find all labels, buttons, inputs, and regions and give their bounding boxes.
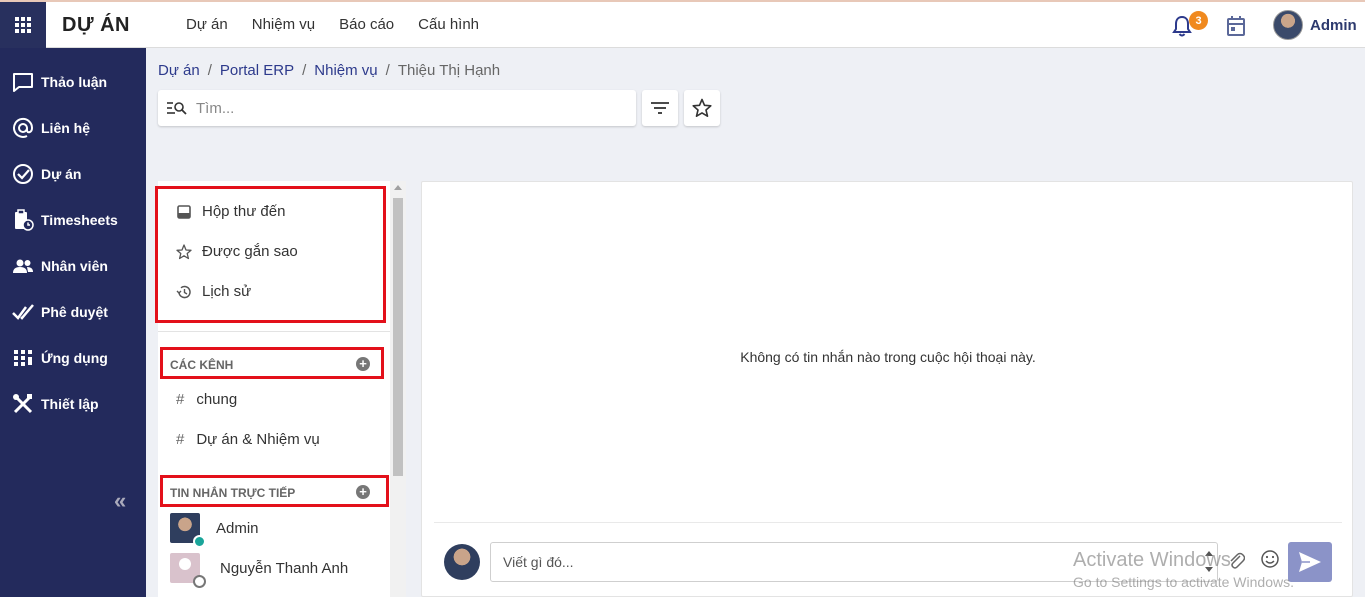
check-circle-icon bbox=[13, 164, 33, 184]
sidebar-item-projects[interactable]: Dự án bbox=[12, 163, 81, 185]
avatar bbox=[170, 513, 206, 548]
breadcrumb-current: Thiệu Thị Hạnh bbox=[397, 62, 501, 79]
online-status-icon bbox=[193, 535, 206, 548]
breadcrumb-separator: / bbox=[302, 62, 307, 79]
sidebar-item-label: Nhân viên bbox=[41, 258, 108, 274]
send-button[interactable] bbox=[1288, 542, 1332, 582]
channel-item[interactable]: # Dự án & Nhiệm vụ bbox=[176, 431, 320, 448]
search-icon bbox=[167, 102, 187, 115]
offline-status-icon bbox=[193, 575, 206, 588]
watermark-title: Activate Windows bbox=[1073, 549, 1231, 571]
double-check-icon bbox=[12, 304, 34, 320]
top-bar: DỰ ÁN Dự án Nhiệm vụ Báo cáo Cấu hình 3 … bbox=[0, 0, 1365, 48]
filter-icon bbox=[651, 102, 669, 114]
highlight-box-channels bbox=[160, 347, 384, 379]
user-name[interactable]: Admin bbox=[1310, 17, 1357, 34]
breadcrumb-separator: / bbox=[207, 62, 212, 79]
windows-activation-watermark: Activate Windows Go to Settings to activ… bbox=[1073, 549, 1294, 590]
chat-icon bbox=[13, 73, 33, 92]
search-input[interactable] bbox=[196, 99, 616, 117]
collapse-sidebar-button[interactable]: « bbox=[114, 488, 126, 514]
top-nav: Dự án Nhiệm vụ Báo cáo Cấu hình bbox=[186, 16, 479, 33]
dm-item[interactable]: Nguyễn Thanh Anh bbox=[170, 553, 349, 588]
send-icon bbox=[1299, 552, 1321, 572]
search-bar[interactable] bbox=[158, 90, 636, 126]
section-divider bbox=[158, 331, 390, 332]
scrollbar[interactable] bbox=[390, 181, 406, 597]
breadcrumb-portal-erp[interactable]: Portal ERP bbox=[220, 62, 294, 79]
tools-icon bbox=[13, 394, 33, 414]
highlight-box-mailboxes bbox=[155, 186, 386, 323]
avatar bbox=[170, 553, 206, 588]
topnav-reports[interactable]: Báo cáo bbox=[339, 16, 394, 33]
sidebar-item-contacts[interactable]: Liên hệ bbox=[12, 117, 90, 139]
sidebar-item-timesheets[interactable]: Timesheets bbox=[12, 209, 118, 231]
sidebar-item-label: Timesheets bbox=[41, 212, 118, 228]
sidebar-item-label: Liên hệ bbox=[41, 120, 91, 136]
sidebar-item-approvals[interactable]: Phê duyệt bbox=[12, 301, 108, 323]
sidebar-item-label: Thảo luận bbox=[41, 74, 108, 90]
empty-conversation-message: Không có tin nhắn nào trong cuộc hội tho… bbox=[740, 349, 1036, 365]
topnav-config[interactable]: Cấu hình bbox=[418, 16, 479, 33]
apps-menu-button[interactable] bbox=[0, 2, 46, 48]
message-input[interactable] bbox=[503, 554, 1103, 570]
breadcrumb: Dự án / Portal ERP / Nhiệm vụ / Thiệu Th… bbox=[158, 62, 500, 79]
sidebar-item-apps[interactable]: Ứng dụng bbox=[12, 347, 108, 369]
dm-item[interactable]: Admin bbox=[170, 513, 259, 548]
at-icon bbox=[13, 117, 34, 138]
avatar bbox=[444, 544, 480, 580]
scrollbar-thumb[interactable] bbox=[393, 198, 403, 476]
composer-divider bbox=[434, 522, 1342, 523]
breadcrumb-tasks[interactable]: Nhiệm vụ bbox=[314, 62, 377, 79]
dm-label: Nguyễn Thanh Anh bbox=[220, 559, 349, 577]
scroll-up-icon[interactable] bbox=[394, 185, 402, 190]
star-icon bbox=[692, 98, 712, 117]
sidebar-item-label: Dự án bbox=[41, 166, 82, 182]
app-title: DỰ ÁN bbox=[62, 14, 130, 36]
topnav-projects[interactable]: Dự án bbox=[186, 16, 228, 33]
grid-icon bbox=[15, 17, 31, 33]
users-icon bbox=[13, 259, 33, 273]
watermark-subtitle: Go to Settings to activate Windows. bbox=[1073, 574, 1294, 590]
notification-badge: 3 bbox=[1189, 11, 1208, 30]
chat-panel: Không có tin nhắn nào trong cuộc hội tho… bbox=[421, 181, 1353, 597]
channel-label: chung bbox=[196, 391, 238, 408]
apps-icon bbox=[14, 350, 32, 366]
sidebar-item-label: Phê duyệt bbox=[41, 304, 108, 320]
topnav-tasks[interactable]: Nhiệm vụ bbox=[252, 16, 315, 33]
sidebar: Thảo luận Liên hệ Dự án Timesheets Nhân … bbox=[0, 48, 146, 597]
sidebar-item-label: Thiết lập bbox=[41, 396, 99, 412]
filter-button[interactable] bbox=[642, 90, 678, 126]
sidebar-item-employees[interactable]: Nhân viên bbox=[12, 255, 108, 277]
user-avatar[interactable] bbox=[1273, 10, 1303, 40]
sidebar-item-settings[interactable]: Thiết lập bbox=[12, 393, 99, 415]
breadcrumb-projects[interactable]: Dự án bbox=[158, 62, 200, 79]
channel-label: Dự án & Nhiệm vụ bbox=[196, 431, 320, 448]
clipboard-clock-icon bbox=[15, 209, 34, 231]
sidebar-item-label: Ứng dụng bbox=[41, 350, 108, 366]
sidebar-item-discuss[interactable]: Thảo luận bbox=[12, 71, 107, 93]
hash-icon: # bbox=[176, 431, 185, 448]
breadcrumb-separator: / bbox=[385, 62, 390, 79]
highlight-box-direct-messages bbox=[160, 475, 389, 507]
dm-label: Admin bbox=[216, 519, 259, 537]
hash-icon: # bbox=[176, 391, 185, 408]
calendar-icon[interactable] bbox=[1226, 15, 1246, 37]
favorites-button[interactable] bbox=[684, 90, 720, 126]
channel-item[interactable]: # chung bbox=[176, 391, 237, 408]
